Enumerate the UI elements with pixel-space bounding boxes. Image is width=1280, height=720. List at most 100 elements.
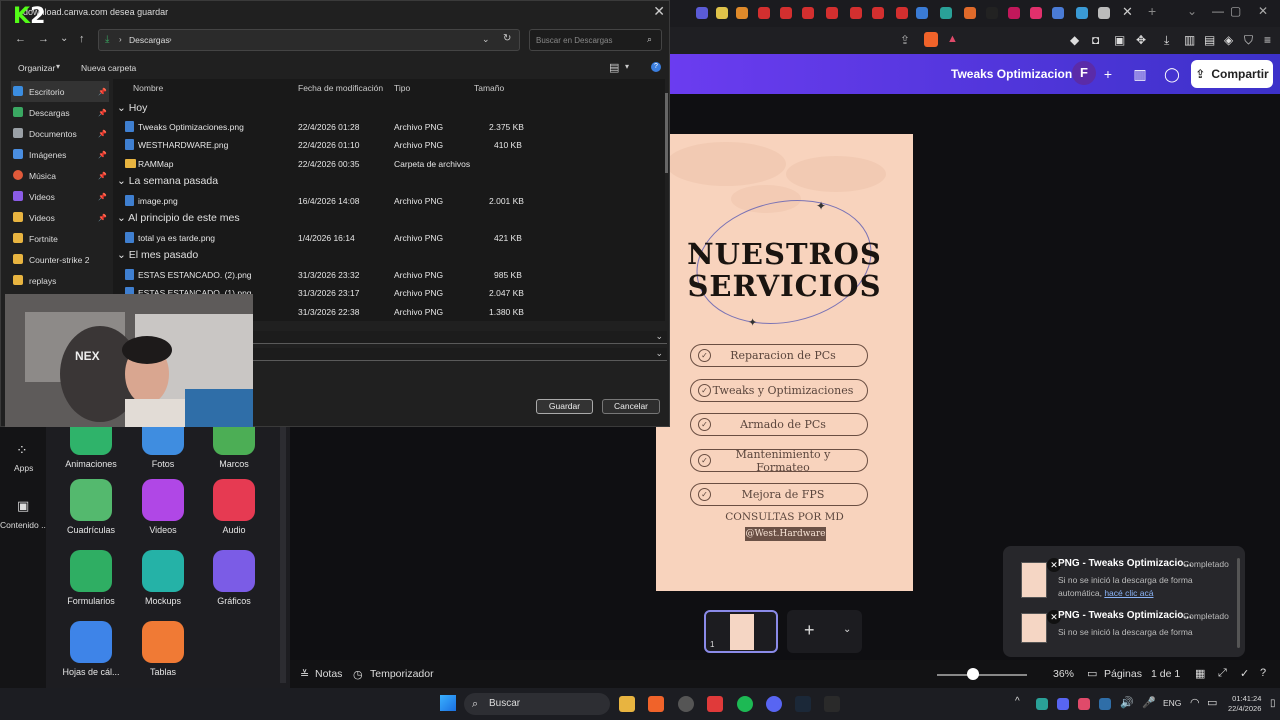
app-tile-hojas[interactable]: Hojas de cál... [61,621,121,677]
youtube-icon[interactable] [758,7,770,19]
help-icon[interactable]: ? [1260,667,1266,679]
timer-button[interactable]: Temporizador [370,668,434,680]
comment-icon[interactable]: ◯ [1161,63,1183,85]
help-icon[interactable]: ? [651,62,661,72]
search-input[interactable]: Buscar en Descargas [529,29,662,51]
organize-menu[interactable]: Organizar [18,63,55,73]
app-icon[interactable] [678,696,694,712]
scrollbar[interactable] [1237,558,1240,648]
chevron-down-icon[interactable]: ▾ [56,62,60,71]
nav-item-replays[interactable]: replays [11,270,109,291]
share-button[interactable]: ⇪ Compartir [1191,60,1273,88]
windows-start-icon[interactable] [440,695,456,711]
tab-icon[interactable] [940,7,952,19]
file-name-field[interactable]: ⌄ [253,331,667,344]
clock[interactable]: 01:41:24 22/4/2026 [1228,694,1261,714]
youtube-icon[interactable] [826,7,838,19]
youtube-icon[interactable] [780,7,792,19]
up-folder-icon[interactable]: ↑ [79,33,85,45]
save-button[interactable]: Guardar [536,399,593,414]
new-tab-icon[interactable]: + [1148,3,1156,19]
forward-icon[interactable]: → [38,33,49,45]
app-icon[interactable] [707,696,723,712]
youtube-icon[interactable] [802,7,814,19]
pages-button[interactable]: Páginas [1104,668,1142,680]
tab-icon[interactable] [1052,7,1064,19]
timer-icon[interactable]: ◷ [353,668,363,681]
app-tile-tablas[interactable]: Tablas [133,621,193,677]
file-row[interactable]: Tweaks Optimizaciones.png 22/4/2026 01:28… [113,118,665,136]
file-row[interactable]: RAMMap 22/4/2026 00:35 Carpeta de archivos [113,155,665,173]
group-header[interactable]: ⌄ La semana pasada [117,175,218,187]
microphone-icon[interactable]: 🎤 [1142,696,1156,709]
app-tile-formularios[interactable]: Formularios [61,550,121,606]
nav-item-counter-strike[interactable]: Counter-strike 2 [11,249,109,270]
new-folder-button[interactable]: Nueva carpeta [81,63,136,73]
nav-item-videos-folder[interactable]: Videos 📌 [11,207,109,228]
notes-icon[interactable]: ≚ [300,668,309,681]
app-tile-graficos[interactable]: Gráficos [204,550,264,606]
window-close-icon[interactable]: ✕ [1258,4,1268,18]
file-row[interactable]: ESTAS ESTANCADO. (2).png 31/3/2026 23:32 A… [113,266,665,284]
add-collaborator-icon[interactable]: + [1097,63,1119,85]
rail-apps[interactable]: Apps [14,463,33,473]
grid-view-icon[interactable]: ▦ [1195,667,1205,680]
column-size[interactable]: Tamaño [474,83,504,93]
group-header[interactable]: ⌄ Hoy [117,102,147,114]
file-row[interactable]: WESTHARDWARE.png 22/4/2026 01:10 Archivo P… [113,136,665,154]
nav-item-fortnite[interactable]: Fortnite [11,228,109,249]
nav-item-imagenes[interactable]: Imágenes 📌 [11,144,109,165]
chevron-down-icon[interactable]: ▾ [625,62,629,71]
youtube-icon[interactable] [872,7,884,19]
tray-icon[interactable] [1078,698,1090,710]
battery-icon[interactable]: ▭ [1207,696,1217,709]
nav-item-escritorio[interactable]: Escritorio 📌 [11,81,109,102]
extensions-puzzle-icon[interactable]: ✥ [1136,33,1146,47]
scrollbar[interactable] [280,425,286,683]
notes-button[interactable]: Notas [315,668,342,680]
file-explorer-icon[interactable] [619,696,635,712]
app-tile-audio[interactable]: Audio [204,479,264,535]
tab-icon[interactable] [716,7,728,19]
add-page-icon[interactable]: + [804,620,815,641]
nav-item-documentos[interactable]: Documentos 📌 [11,123,109,144]
chevron-right-icon[interactable]: › [169,35,172,44]
steam-icon[interactable] [795,696,811,712]
file-row[interactable]: total ya es tarde.png 1/4/2026 16:14 Archi… [113,229,665,247]
nav-item-videos[interactable]: Videos 📌 [11,186,109,207]
scrollbar[interactable] [665,93,668,173]
close-tab-icon[interactable]: ✕ [1122,4,1133,20]
design-page[interactable]: ✦ ✦ NUESTROS SERVICIOS ✓ Reparacion de PC… [656,134,913,591]
dropdown-icon[interactable]: ⌄ [1187,4,1197,18]
volume-icon[interactable]: 🔊 [1120,696,1134,709]
tab-icon[interactable] [916,7,928,19]
rail-content[interactable]: Contenido ... [0,520,48,530]
brave-rewards-icon[interactable]: ▲ [947,33,958,45]
file-row[interactable]: image.png 16/4/2026 14:08 Archivo PNG 2.001… [113,192,665,210]
design-title[interactable]: Tweaks Optimizaciones [951,67,1086,81]
tray-icon[interactable] [1057,698,1069,710]
extension-icon[interactable]: ◆ [1070,33,1079,47]
page-count[interactable]: 1 de 1 [1151,668,1180,680]
language-indicator[interactable]: ENG [1163,698,1181,708]
check-circle-icon[interactable]: ✓ [1240,667,1249,680]
breadcrumb[interactable]: Descargas [129,35,170,45]
group-header[interactable]: ⌄ El mes pasado [117,249,198,261]
vpn-icon[interactable]: ◈ [1224,33,1233,47]
minimize-icon[interactable]: — [1212,4,1224,18]
canva-tab-icon[interactable] [1076,7,1088,19]
shield-icon[interactable]: ⛉ [1244,33,1253,48]
notifications-icon[interactable]: ▯ [1270,698,1276,709]
sidebar-icon[interactable]: ▥ [1184,33,1195,47]
download-icon[interactable]: ⤓ [1164,33,1169,48]
spotify-icon[interactable] [737,696,753,712]
group-header[interactable]: ⌄ Al principio de este mes [117,212,240,224]
zoom-slider-thumb[interactable] [967,668,979,680]
chevron-down-icon[interactable]: ⌄ [655,331,663,342]
epic-games-icon[interactable] [824,696,840,712]
wifi-icon[interactable]: ◠ [1190,696,1200,709]
back-icon[interactable]: ← [15,33,26,45]
tab-icon[interactable] [964,7,976,19]
tab-icon[interactable] [1008,7,1020,19]
tray-icon[interactable] [1036,698,1048,710]
